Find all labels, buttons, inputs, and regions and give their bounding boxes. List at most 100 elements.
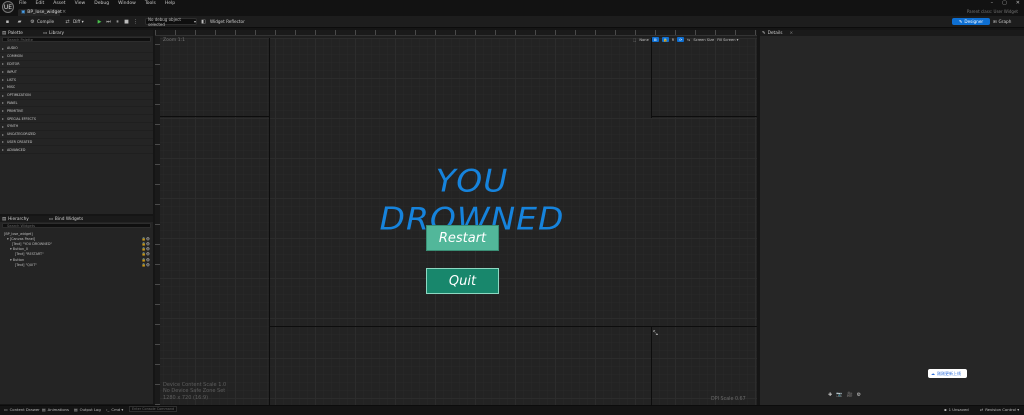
designer-mode-button[interactable]: ✎ Designer (952, 18, 990, 25)
unsaved-button[interactable]: ▪ 1 Unsaved (944, 407, 969, 412)
menu-help[interactable]: Help (165, 1, 175, 6)
palette-category[interactable]: PRIMITIVE (0, 107, 153, 116)
palette-category[interactable]: EDITOR (0, 61, 153, 69)
rotate-icon[interactable]: ⟳ (677, 37, 685, 42)
step-icon[interactable]: ⏭ (105, 18, 112, 25)
palette-category[interactable]: PANEL (0, 100, 153, 108)
designer-canvas[interactable]: Zoom 1:1 ⬚ None ⊞ 🔒 R ⟳ ⇆ Screen Size Fi… (155, 30, 757, 405)
compile-icon[interactable]: ⚙ (29, 18, 36, 25)
details-close-icon[interactable]: × (790, 31, 794, 36)
add-icon[interactable]: ✚ (828, 392, 832, 398)
compile-label[interactable]: Compile (37, 19, 54, 24)
palette-category[interactable]: OPTIMIZATION (0, 92, 153, 100)
menu-view[interactable]: View (75, 1, 86, 6)
visibility-icon[interactable]: 🔒👁 (141, 242, 150, 246)
graph-mode-button[interactable]: ⊞ Graph (993, 18, 1021, 25)
menu-window[interactable]: Window (118, 1, 136, 6)
settings-icon[interactable]: ⚙ (857, 392, 861, 398)
bind-widgets-tab[interactable]: Bind Widgets (55, 217, 83, 222)
palette-category[interactable]: ADVANCED (0, 146, 153, 155)
palette-category[interactable]: AUDIO (0, 45, 153, 53)
details-title[interactable]: Details (768, 31, 783, 36)
menu-file[interactable]: File (19, 1, 27, 6)
diff-dropdown[interactable]: Diff ▾ (73, 19, 84, 24)
rotation-snap-label[interactable]: R (672, 38, 675, 42)
asset-tab[interactable]: ▣ BP_lose_widget (18, 9, 62, 16)
animations-button[interactable]: ▤ Animations (42, 407, 69, 412)
menu-tools[interactable]: Tools (145, 1, 156, 6)
hierarchy-icon: ▤ (2, 216, 7, 222)
palette-category[interactable]: LISTS (0, 76, 153, 84)
diff-icon[interactable]: ⇄ (64, 18, 71, 25)
content-drawer-button[interactable]: ▭ Content Drawer (4, 407, 40, 412)
fill-screen-dropdown[interactable]: Fill Screen ▾ (717, 38, 738, 42)
resize-handle-icon[interactable]: ⤡ (653, 330, 658, 338)
menu-edit[interactable]: Edit (36, 1, 45, 6)
screen-size-dropdown[interactable]: Screen Size (693, 38, 714, 42)
promo-button[interactable]: ☁ 刚刚更新上线 (928, 369, 967, 378)
palette-icon: ▤ (2, 30, 7, 36)
palette-category[interactable]: UNCATEGORIZED (0, 131, 153, 139)
palette-category[interactable]: USER CREATED (0, 139, 153, 147)
visibility-icon[interactable]: 🔒👁 (141, 237, 150, 241)
save-icon[interactable]: ▪ (4, 18, 11, 25)
snap-none-label[interactable]: None (639, 38, 648, 42)
palette-title[interactable]: Palette (8, 31, 23, 36)
visibility-icon[interactable]: 🔒👁 (141, 263, 150, 267)
lock-icon[interactable]: 🔒 (661, 37, 669, 42)
details-panel: ✎ Details × (760, 30, 1024, 405)
grid-snap-icon[interactable]: ⊞ (651, 37, 659, 42)
dashed-outline-icon[interactable]: ⬚ (633, 38, 636, 42)
content-drawer-icon: ▭ (4, 407, 8, 412)
unsaved-icon: ▪ (944, 407, 947, 412)
maximize-button[interactable]: ▢ (1002, 0, 1007, 6)
flip-icon[interactable]: ⇆ (687, 38, 690, 42)
browse-icon[interactable]: ▰ (16, 18, 23, 25)
palette-category[interactable]: COMMON (0, 53, 153, 61)
frame-line (269, 326, 757, 327)
stop-icon[interactable]: ■ (123, 18, 130, 25)
reflector-icon[interactable]: ◧ (200, 18, 207, 25)
console-command-input[interactable]: Enter Console Command (129, 406, 177, 412)
animations-icon: ▤ (42, 407, 46, 412)
visibility-icon[interactable]: 🔒👁 (141, 247, 150, 251)
hierarchy-title[interactable]: Hierarchy (8, 217, 29, 222)
menu-debug[interactable]: Debug (94, 1, 109, 6)
hierarchy-header: ▤ Hierarchy ▭ Bind Widgets (0, 216, 153, 222)
output-log-button[interactable]: ▤ Output Log (74, 407, 101, 412)
tab-close-icon[interactable]: × (62, 9, 66, 15)
hierarchy-search-input[interactable]: Search Widgets (2, 223, 151, 228)
menu-asset[interactable]: Asset (53, 1, 65, 6)
visibility-icon[interactable]: 🔒👁 (141, 252, 150, 256)
palette-search-input[interactable]: Search Palette (2, 37, 151, 42)
pause-icon[interactable]: ⏸ (114, 18, 121, 25)
revision-control-button[interactable]: ⇄ Revision Control ▾ (980, 407, 1019, 412)
close-window-button[interactable]: ✕ (1016, 0, 1020, 6)
palette-category[interactable]: INPUT (0, 68, 153, 77)
revision-icon: ⇄ (980, 407, 984, 412)
video-icon[interactable]: 🎥 (846, 392, 852, 398)
cmd-dropdown[interactable]: ›_ Cmd ▾ (106, 407, 123, 412)
library-tab[interactable]: Library (49, 31, 64, 36)
safe-zone-text: No Device Safe Zone Set (163, 388, 226, 395)
minimize-button[interactable]: – (991, 0, 994, 6)
options-icon[interactable]: ⋮ (132, 18, 139, 25)
frame-line (651, 38, 652, 118)
main-menu: File Edit Asset View Debug Window Tools … (19, 1, 175, 6)
parent-class-label: Parent class: User Widget (966, 9, 1018, 14)
tree-item[interactable]: [Text] "QUIT" 🔒👁 (0, 262, 153, 267)
visibility-icon[interactable]: 🔒👁 (141, 258, 150, 262)
debug-object-select[interactable]: No debug object selected ▾ (145, 17, 197, 27)
output-log-icon: ▤ (74, 407, 78, 412)
tree-item-label: [Text] "YOU DROWNED" (12, 241, 53, 246)
play-icon[interactable]: ▶ (96, 18, 103, 25)
palette-category[interactable]: SPECIAL EFFECTS (0, 115, 153, 123)
unreal-logo[interactable]: UE (2, 1, 14, 13)
quit-button[interactable]: Quit (426, 268, 499, 294)
restart-button[interactable]: Restart (426, 225, 499, 251)
widget-reflector-button[interactable]: Widget Reflector (210, 19, 245, 24)
tree-item-label: ▾ Button_0 (10, 247, 28, 252)
palette-category[interactable]: MISC (0, 84, 153, 92)
palette-category[interactable]: SYNTH (0, 123, 153, 131)
camera-icon[interactable]: 📷 (836, 392, 842, 398)
